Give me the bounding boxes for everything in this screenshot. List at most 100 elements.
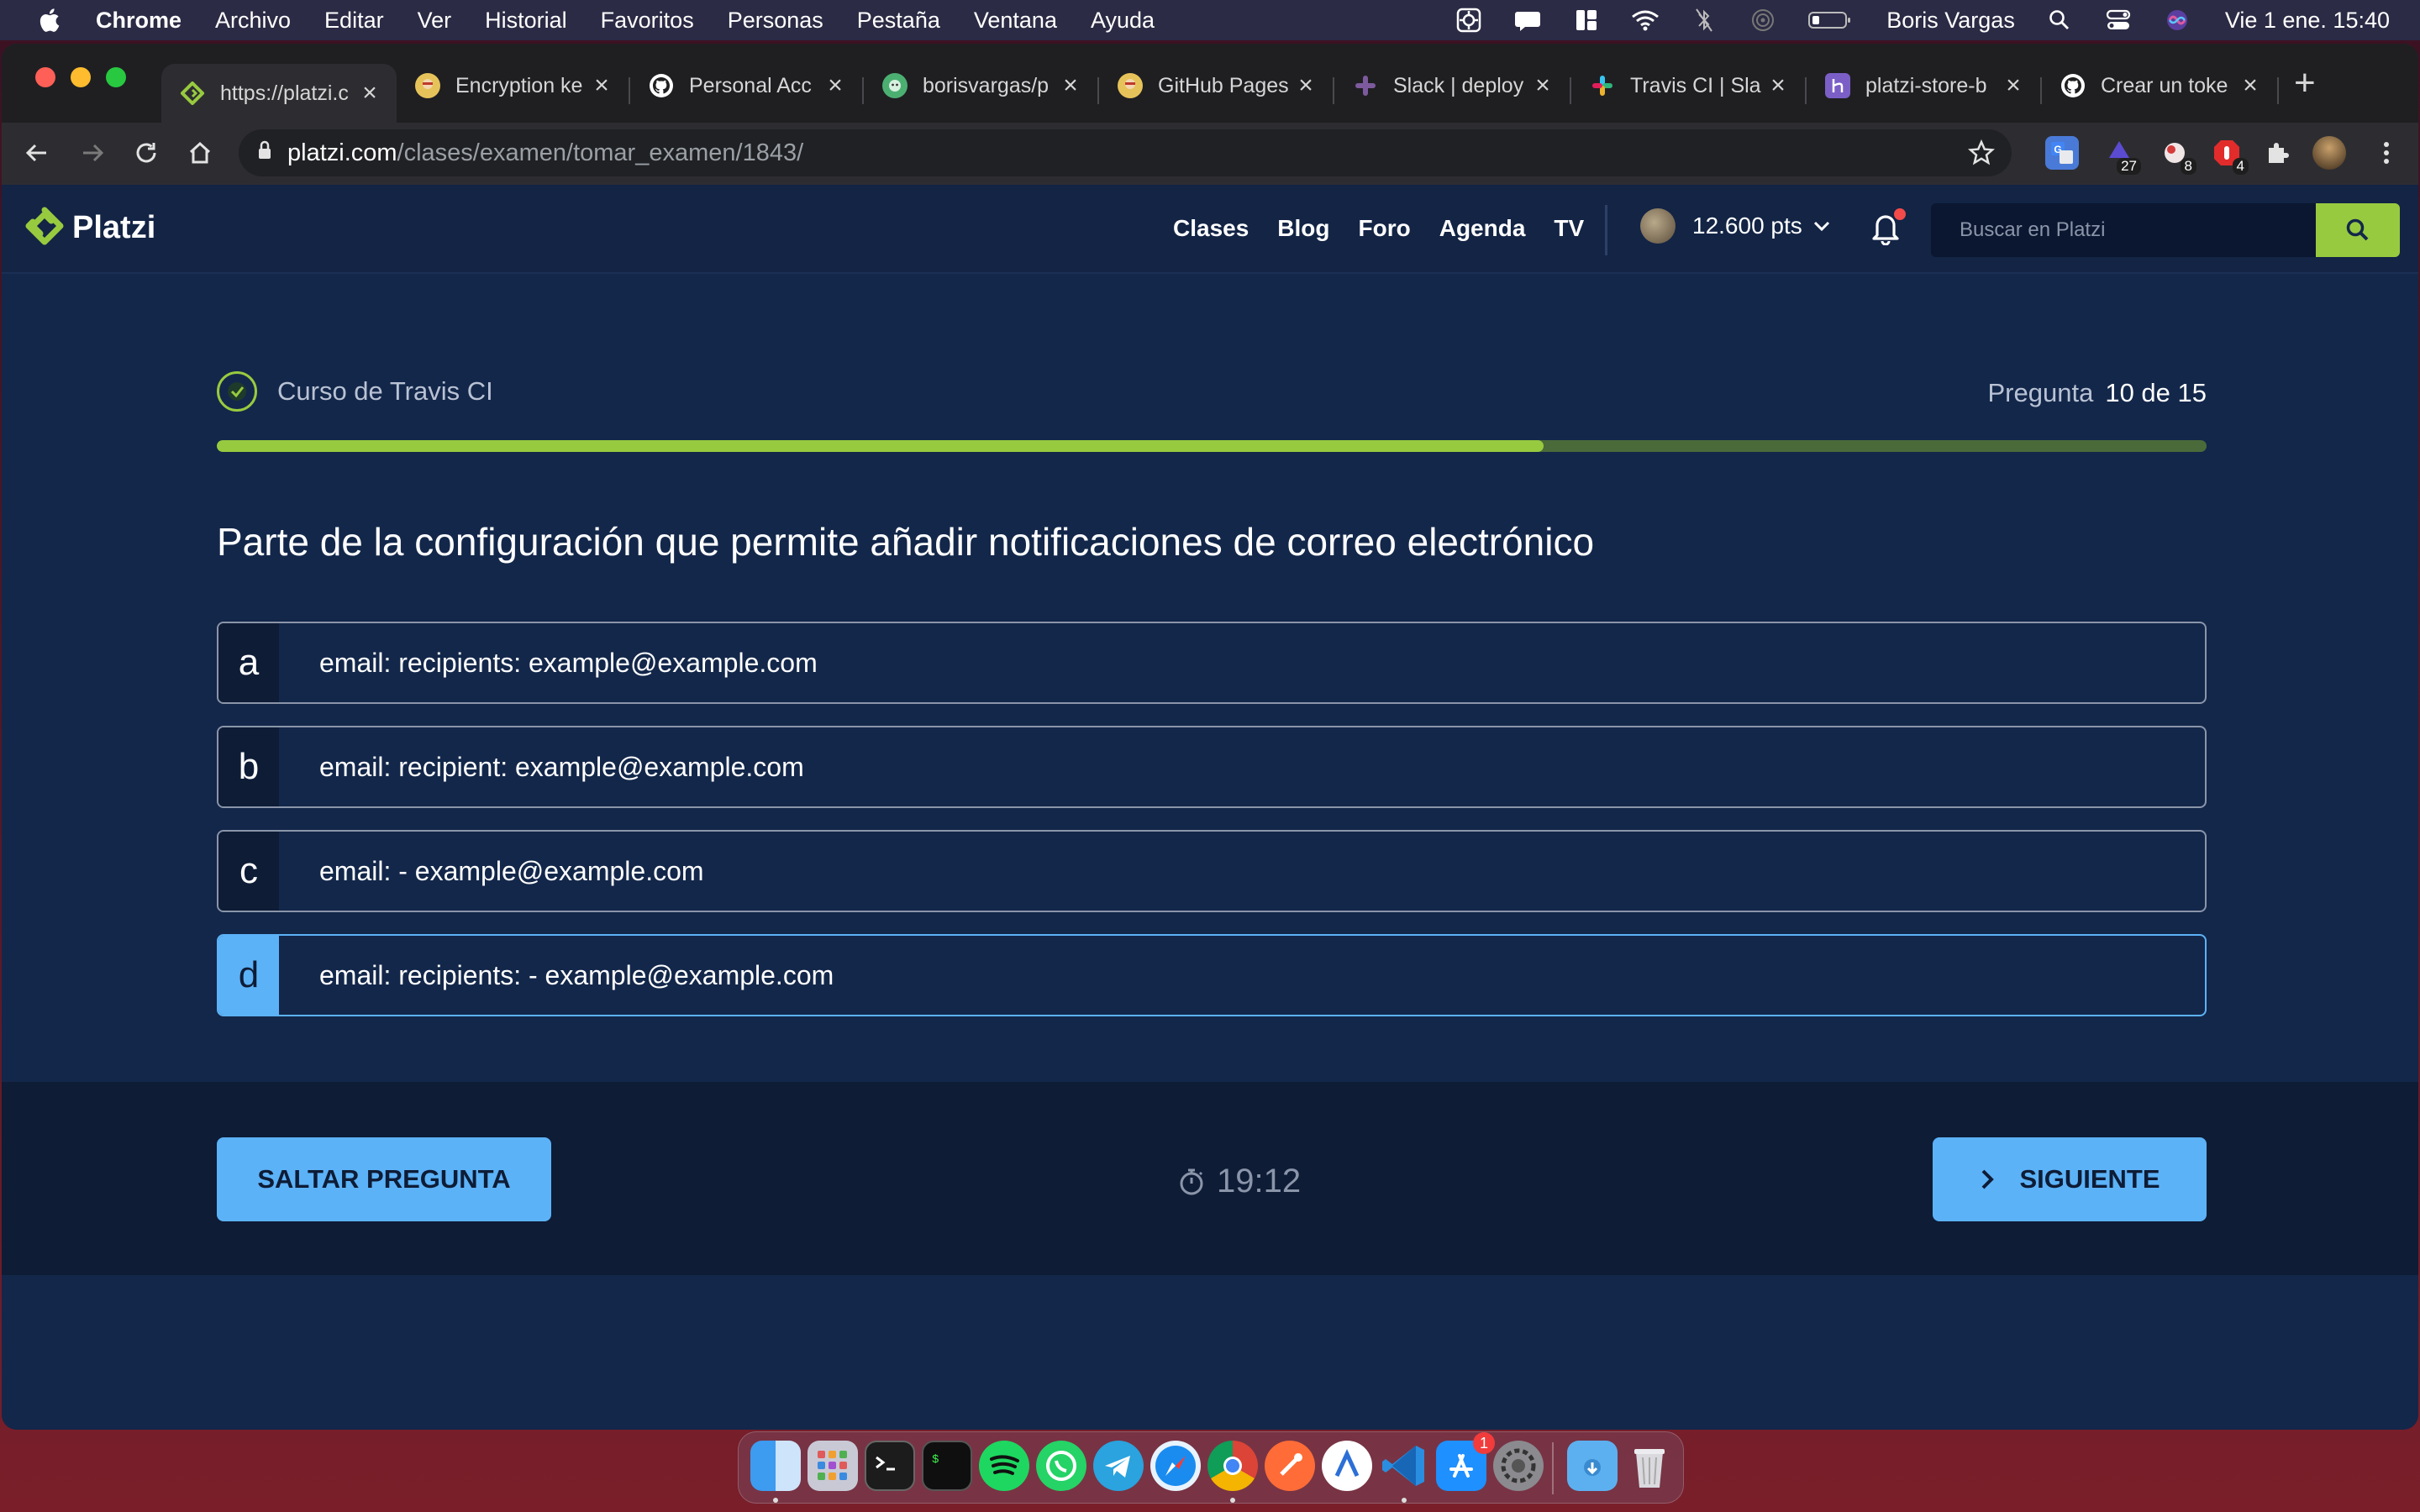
tab-title: borisvargas/p xyxy=(923,73,1050,97)
airdrop-icon[interactable] xyxy=(1749,8,1777,33)
tab-borisvargas-repo[interactable]: borisvargas/p × xyxy=(864,64,1097,108)
forward-button[interactable] xyxy=(76,136,109,170)
nav-foro[interactable]: Foro xyxy=(1359,215,1411,242)
profile-avatar[interactable] xyxy=(2312,136,2346,170)
wifi-icon[interactable] xyxy=(1631,8,1660,33)
google-translate-extension-icon[interactable]: G xyxy=(2045,136,2079,170)
postman-icon[interactable] xyxy=(1265,1441,1315,1491)
nav-tv[interactable]: TV xyxy=(1554,215,1584,242)
tab-crear-token[interactable]: Crear un toke × xyxy=(2042,64,2277,108)
back-button[interactable] xyxy=(20,136,54,170)
tab-github-pages[interactable]: GitHub Pages × xyxy=(1099,64,1333,108)
fan-control-icon[interactable] xyxy=(1455,8,1483,33)
safari-icon[interactable] xyxy=(1150,1441,1201,1491)
downloads-folder-icon[interactable] xyxy=(1567,1441,1618,1491)
menu-editar[interactable]: Editar xyxy=(324,8,384,34)
wizard-extension-icon[interactable]: 27 xyxy=(2102,136,2141,175)
skip-question-button[interactable]: SALTAR PREGUNTA xyxy=(217,1137,551,1221)
notion-icon[interactable] xyxy=(1322,1441,1372,1491)
timer-value: 19:12 xyxy=(1217,1163,1302,1200)
battery-icon[interactable] xyxy=(1807,8,1853,33)
vscode-icon[interactable] xyxy=(1379,1441,1429,1491)
chrome-menu-icon[interactable] xyxy=(2370,136,2403,170)
tab-title: Slack | deploy xyxy=(1393,73,1524,97)
window-minimize-button[interactable] xyxy=(71,67,91,87)
tab-slack-deploy[interactable]: Slack | deploy × xyxy=(1334,64,1570,108)
window-layout-icon[interactable] xyxy=(1572,8,1601,33)
tab-encryption-keys[interactable]: Encryption ke × xyxy=(397,64,629,108)
window-zoom-button[interactable] xyxy=(106,67,126,87)
menu-historial[interactable]: Historial xyxy=(485,8,567,34)
answer-option-c[interactable]: c email: - example@example.com xyxy=(217,830,2207,912)
menu-pestana[interactable]: Pestaña xyxy=(857,8,940,34)
close-tab-icon[interactable]: × xyxy=(1531,71,1555,100)
platzi-logo[interactable]: Platzi xyxy=(25,207,155,249)
adblock-extension-icon[interactable]: 4 xyxy=(2210,136,2249,175)
bookmark-star-icon[interactable] xyxy=(1967,139,1996,173)
nav-blog[interactable]: Blog xyxy=(1277,215,1329,242)
close-tab-icon[interactable]: × xyxy=(823,71,847,100)
terminal-icon[interactable] xyxy=(865,1441,915,1491)
close-tab-icon[interactable]: × xyxy=(590,71,613,100)
notification-badge-icon[interactable] xyxy=(1513,8,1542,33)
home-button[interactable] xyxy=(183,136,217,170)
app-store-icon[interactable]: 1 xyxy=(1436,1432,1495,1491)
close-tab-icon[interactable]: × xyxy=(1294,71,1318,100)
spotify-icon[interactable] xyxy=(979,1441,1029,1491)
extensions-puzzle-icon[interactable] xyxy=(2260,136,2294,170)
window-close-button[interactable] xyxy=(35,67,55,87)
platzi-exam-page: Platzi Clases Blog Foro Agenda TV 12.600… xyxy=(2,185,2418,1430)
trash-icon[interactable] xyxy=(1624,1441,1675,1491)
menu-archivo[interactable]: Archivo xyxy=(215,8,291,34)
option-text: email: recipient: example@example.com xyxy=(319,751,804,782)
iterm-icon[interactable]: $ xyxy=(922,1441,972,1491)
close-tab-icon[interactable]: × xyxy=(2238,71,2262,100)
menu-app-name[interactable]: Chrome xyxy=(96,8,182,34)
tab-title: Crear un toke xyxy=(2101,73,2228,97)
launchpad-icon[interactable] xyxy=(808,1441,858,1491)
user-points-menu[interactable]: 12.600 pts xyxy=(1640,208,1831,244)
new-tab-button[interactable]: + xyxy=(2294,62,2316,104)
close-tab-icon[interactable]: × xyxy=(1766,71,1790,100)
tab-travis-slack[interactable]: Travis CI | Sla × xyxy=(1571,64,1805,108)
spotlight-search-icon[interactable] xyxy=(2045,8,2074,33)
answer-option-d[interactable]: d email: recipients: - example@example.c… xyxy=(217,934,2207,1016)
search-button[interactable] xyxy=(2316,203,2400,257)
control-center-icon[interactable] xyxy=(2104,8,2133,33)
siri-icon[interactable] xyxy=(2163,8,2191,33)
menu-ver[interactable]: Ver xyxy=(418,8,452,34)
bluetooth-off-icon[interactable] xyxy=(1690,8,1718,33)
puzzle-game-extension-icon[interactable]: 8 xyxy=(2158,136,2196,175)
menu-bar-clock[interactable]: Vie 1 ene. 15:40 xyxy=(2225,8,2390,34)
close-tab-icon[interactable]: × xyxy=(358,79,381,108)
tab-platzi-store[interactable]: platzi-store-b × xyxy=(1807,64,2040,108)
chrome-icon[interactable] xyxy=(1207,1441,1258,1491)
menu-bar-status-area: Boris Vargas Vie 1 ene. 15:40 xyxy=(1424,0,2420,40)
address-bar[interactable]: platzi.com/clases/examen/tomar_examen/18… xyxy=(239,129,2012,176)
answer-option-b[interactable]: b email: recipient: example@example.com xyxy=(217,726,2207,808)
answer-option-a[interactable]: a email: recipients: example@example.com xyxy=(217,622,2207,704)
option-text: email: - example@example.com xyxy=(319,855,704,886)
telegram-icon[interactable] xyxy=(1093,1441,1144,1491)
whatsapp-icon[interactable] xyxy=(1036,1441,1086,1491)
reload-button[interactable] xyxy=(129,136,163,170)
nav-clases[interactable]: Clases xyxy=(1173,215,1249,242)
menu-personas[interactable]: Personas xyxy=(728,8,823,34)
close-tab-icon[interactable]: × xyxy=(2002,71,2025,100)
close-tab-icon[interactable]: × xyxy=(1059,71,1082,100)
menu-ayuda[interactable]: Ayuda xyxy=(1091,8,1155,34)
nav-agenda[interactable]: Agenda xyxy=(1439,215,1526,242)
system-preferences-icon[interactable] xyxy=(1493,1441,1544,1491)
menu-bar-user[interactable]: Boris Vargas xyxy=(1886,8,2015,34)
tab-platzi-exam[interactable]: https://platzi.c × xyxy=(161,64,397,123)
menu-ventana[interactable]: Ventana xyxy=(974,8,1057,34)
finder-icon[interactable] xyxy=(750,1441,801,1491)
lock-icon[interactable] xyxy=(257,139,272,167)
tab-personal-access[interactable]: Personal Acc × xyxy=(630,64,862,108)
next-question-button[interactable]: SIGUIENTE xyxy=(1933,1137,2207,1221)
search-input[interactable]: Buscar en Platzi xyxy=(1931,203,2316,257)
apple-menu-icon[interactable] xyxy=(37,7,60,34)
notifications-bell-icon[interactable] xyxy=(1869,208,1906,249)
slack-icon xyxy=(1353,73,1378,98)
menu-favoritos[interactable]: Favoritos xyxy=(601,8,694,34)
